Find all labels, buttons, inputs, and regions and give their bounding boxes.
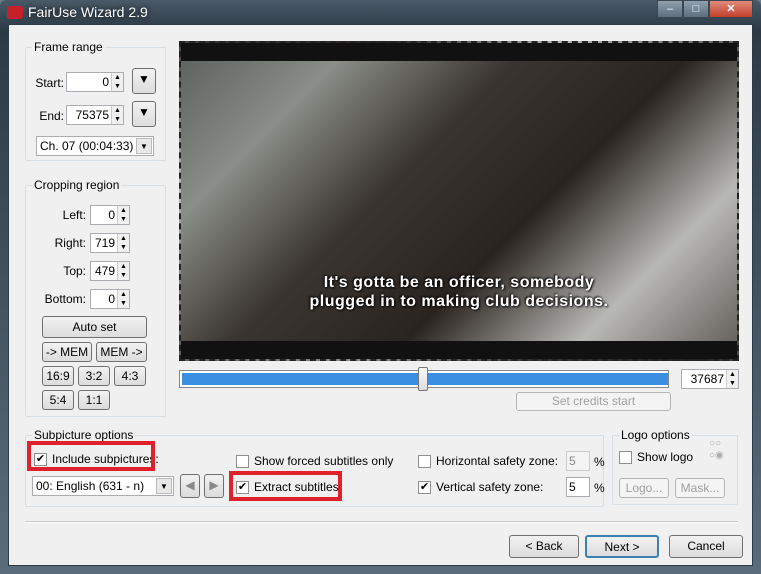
cropping-group: Cropping region Left: 0 ▲ ▼ Right: 719 ▲ ▼ T… xyxy=(25,178,166,417)
crop-right-value: 719 xyxy=(94,236,115,250)
spin-arrows[interactable]: ▲ ▼ xyxy=(111,73,123,91)
forced-label: Show forced subtitles only xyxy=(254,454,394,468)
checkbox-unchecked-icon xyxy=(418,454,431,468)
next-button[interactable]: Next > xyxy=(585,535,659,558)
chevron-down-icon[interactable]: ▼ xyxy=(136,138,152,154)
back-button[interactable]: < Back xyxy=(509,535,579,558)
subtitle-line: plugged in to making club decisions. xyxy=(309,293,609,310)
video-preview[interactable]: It's gotta be an officer, somebody plugge… xyxy=(179,41,739,361)
end-frame-spinner[interactable]: 75375 ▲ ▼ xyxy=(66,105,124,125)
spin-arrows[interactable]: ▲ ▼ xyxy=(117,290,129,308)
highlight-box xyxy=(27,441,155,471)
set-end-button[interactable]: ▼ xyxy=(132,101,156,127)
left-label: Left: xyxy=(62,208,86,222)
ratio-1-1-button[interactable]: 1:1 xyxy=(78,390,110,410)
start-label: Start: xyxy=(35,76,64,90)
spin-arrows[interactable]: ▲ ▼ xyxy=(117,234,129,252)
chapter-value: Ch. 07 (00:04:33) xyxy=(40,139,134,153)
highlight-box xyxy=(229,471,342,501)
crop-top-spinner[interactable]: 479 ▲ ▼ xyxy=(90,261,130,281)
arrow-right-icon: ▶ xyxy=(209,478,219,492)
logo-button[interactable]: Logo... xyxy=(619,478,669,498)
subtitle-stream-select[interactable]: 00: English (631 - n) ▼ xyxy=(32,476,174,496)
crop-bottom-value: 0 xyxy=(108,292,115,306)
wizard-body: Frame range Start: 0 ▲ ▼ ▼ End: 75375 ▲ ▼ ▼ … xyxy=(8,24,753,566)
end-label: End: xyxy=(39,109,64,123)
letterbox-bottom xyxy=(181,341,737,359)
percent-label: % xyxy=(594,455,605,469)
slider-thumb[interactable] xyxy=(417,367,428,391)
subpicture-legend: Subpicture options xyxy=(32,428,136,442)
close-button[interactable]: ✕ xyxy=(709,0,753,18)
spin-arrows[interactable]: ▲ ▼ xyxy=(111,106,123,124)
checkbox-unchecked-icon xyxy=(619,450,632,464)
horizontal-zone-checkbox[interactable]: Horizontal safety zone: xyxy=(418,454,558,468)
ratio-5-4-button[interactable]: 5:4 xyxy=(42,390,74,410)
ratio-4-3-button[interactable]: 4:3 xyxy=(114,366,146,386)
maximize-button[interactable]: □ xyxy=(683,0,709,18)
app-window: FairUse Wizard 2.9 – □ ✕ Frame range Sta… xyxy=(0,0,761,574)
frame-range-group: Frame range Start: 0 ▲ ▼ ▼ End: 75375 ▲ ▼ ▼ … xyxy=(25,40,166,161)
logo-legend: Logo options xyxy=(619,428,692,442)
crop-right-spinner[interactable]: 719 ▲ ▼ xyxy=(90,233,130,253)
app-logo-icon xyxy=(7,6,23,19)
separator xyxy=(25,521,738,523)
end-value: 75375 xyxy=(75,108,109,122)
crop-bottom-spinner[interactable]: 0 ▲ ▼ xyxy=(90,289,130,309)
minimize-button[interactable]: – xyxy=(657,0,683,18)
crop-left-value: 0 xyxy=(108,208,115,222)
ratio-16-9-button[interactable]: 16:9 xyxy=(42,366,74,386)
subtitle-overlay: It's gotta be an officer, somebody plugge… xyxy=(181,273,737,311)
subtitle-line: It's gotta be an officer, somebody xyxy=(323,274,595,291)
position-value: 37687 xyxy=(690,372,724,386)
checkbox-checked-icon: ✔ xyxy=(418,480,431,494)
cancel-button[interactable]: Cancel xyxy=(669,535,743,558)
chapter-select[interactable]: Ch. 07 (00:04:33) ▼ xyxy=(36,136,154,156)
show-logo-label: Show logo xyxy=(637,450,694,464)
logo-options-group: Logo options Show logo ○○ ○◉ Logo... Mask… xyxy=(612,428,738,505)
top-label: Top: xyxy=(63,264,86,278)
checkbox-unchecked-icon xyxy=(236,454,249,468)
prev-subtitle-button[interactable]: ◀ xyxy=(180,474,200,498)
letterbox-top xyxy=(181,43,737,61)
set-credits-start-button[interactable]: Set credits start xyxy=(516,392,671,411)
spin-arrows[interactable]: ▲ ▼ xyxy=(726,370,738,388)
marker-down-icon: ▼ xyxy=(138,105,150,119)
stream-value: 00: English (631 - n) xyxy=(36,479,145,493)
from-mem-button[interactable]: MEM -> xyxy=(96,342,147,362)
set-start-button[interactable]: ▼ xyxy=(132,68,156,94)
auto-set-button[interactable]: Auto set xyxy=(42,316,147,338)
vzone-label: Vertical safety zone: xyxy=(436,480,544,494)
arrow-left-icon: ◀ xyxy=(185,478,195,492)
position-spinner[interactable]: 37687 ▲ ▼ xyxy=(681,369,739,389)
logo-position-radios[interactable]: ○○ ○◉ xyxy=(709,438,724,462)
forced-only-checkbox[interactable]: Show forced subtitles only xyxy=(236,454,393,468)
vertical-zone-checkbox[interactable]: ✔ Vertical safety zone: xyxy=(418,480,543,494)
spin-arrows[interactable]: ▲ ▼ xyxy=(117,262,129,280)
marker-down-icon: ▼ xyxy=(138,72,150,86)
chevron-down-icon[interactable]: ▼ xyxy=(156,478,172,494)
crop-top-value: 479 xyxy=(94,264,115,278)
mask-button[interactable]: Mask... xyxy=(675,478,725,498)
to-mem-button[interactable]: -> MEM xyxy=(42,342,92,362)
vertical-zone-input[interactable]: 5 xyxy=(566,477,590,497)
show-logo-checkbox[interactable]: Show logo xyxy=(619,450,693,464)
ratio-3-2-button[interactable]: 3:2 xyxy=(78,366,110,386)
frame-range-legend: Frame range xyxy=(32,40,105,54)
hzone-label: Horizontal safety zone: xyxy=(436,454,559,468)
next-subtitle-button[interactable]: ▶ xyxy=(204,474,224,498)
start-value: 0 xyxy=(102,75,109,89)
cropping-legend: Cropping region xyxy=(32,178,122,192)
right-label: Right: xyxy=(54,236,86,250)
window-title: FairUse Wizard 2.9 xyxy=(28,4,148,20)
start-frame-spinner[interactable]: 0 ▲ ▼ xyxy=(66,72,124,92)
percent-label: % xyxy=(594,481,605,495)
horizontal-zone-input[interactable]: 5 xyxy=(566,451,590,471)
position-slider[interactable] xyxy=(179,367,669,391)
bottom-label: Bottom: xyxy=(44,292,86,306)
spin-arrows[interactable]: ▲ ▼ xyxy=(117,206,129,224)
crop-left-spinner[interactable]: 0 ▲ ▼ xyxy=(90,205,130,225)
